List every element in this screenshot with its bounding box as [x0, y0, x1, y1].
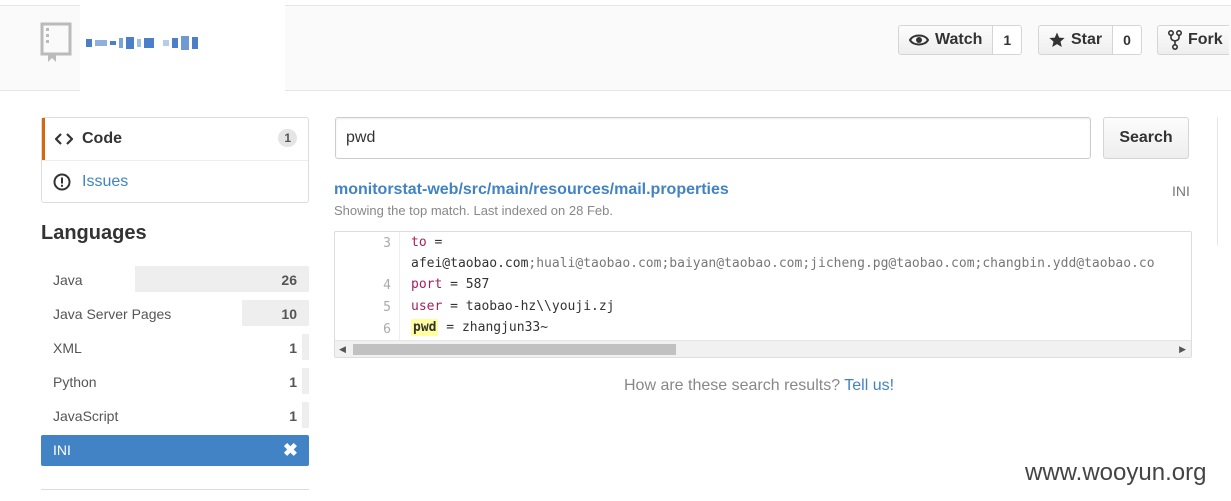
line-number-gutter: 3 4 5 6 — [335, 232, 400, 340]
language-count: 1 — [289, 374, 297, 390]
code-value: = zhangjun33~ — [438, 320, 549, 335]
watch-button[interactable]: Watch — [898, 25, 994, 55]
code-line: port = 587 — [411, 277, 489, 292]
code-snippet: 3 4 5 6 to = afei@taobao.com;huali@taoba… — [334, 231, 1192, 358]
language-bar — [302, 368, 309, 394]
search-type-nav: Code 1 Issues — [41, 117, 309, 203]
language-bar — [302, 334, 309, 360]
nav-item-issues-label: Issues — [82, 172, 129, 190]
nav-item-code-label: Code — [82, 130, 122, 147]
feedback-prompt: How are these search results? Tell us! — [624, 377, 894, 395]
repo-icon — [40, 22, 72, 67]
code-value: = 587 — [442, 277, 490, 292]
result-language: INI — [1172, 183, 1190, 199]
right-divider — [1217, 117, 1218, 245]
line-number[interactable]: 3 — [383, 236, 391, 251]
language-bar — [302, 402, 309, 428]
language-count: 26 — [281, 272, 297, 288]
language-item-java[interactable]: Java 26 — [41, 264, 309, 298]
code-value: afei@taobao.com;huali@taobao.com;baiyan@… — [411, 256, 1155, 271]
search-input[interactable] — [335, 117, 1091, 159]
language-item-ini-selected[interactable]: INI ✖ — [41, 435, 309, 466]
language-name: JavaScript — [53, 408, 119, 424]
code-line: user = taobao-hz\\youji.zj — [411, 299, 615, 314]
code-key: port — [411, 277, 443, 292]
watch-count[interactable]: 1 — [993, 25, 1023, 55]
language-bar — [242, 300, 309, 326]
watermark: www.wooyun.org — [1025, 459, 1207, 486]
feedback-question: How are these search results? — [624, 377, 841, 394]
code-key: user — [411, 299, 443, 314]
star-button[interactable]: Star — [1038, 25, 1114, 55]
language-name: XML — [53, 340, 82, 356]
code-key: to — [411, 235, 427, 250]
line-number[interactable]: 5 — [383, 300, 391, 315]
language-count: 1 — [289, 340, 297, 356]
star-count[interactable]: 0 — [1113, 25, 1142, 55]
repo-title-obscured[interactable] — [86, 34, 198, 52]
scrollbar-thumb[interactable] — [353, 344, 676, 355]
language-item-javascript[interactable]: JavaScript 1 — [41, 400, 309, 434]
header-mask — [80, 0, 285, 120]
result-meta: Showing the top match. Last indexed on 2… — [334, 203, 613, 218]
star-icon — [1049, 32, 1065, 47]
scroll-right-icon[interactable]: ▶ — [1179, 344, 1186, 355]
language-filter-list: Java 26 Java Server Pages 10 XML 1 Pytho… — [41, 264, 309, 466]
fork-group: Fork — [1157, 25, 1229, 55]
language-name: INI — [53, 442, 71, 458]
code-icon — [45, 132, 82, 146]
result-file-link[interactable]: monitorstat-web/src/main/resources/mail.… — [334, 181, 729, 199]
watch-label: Watch — [935, 31, 983, 48]
line-number[interactable]: 6 — [383, 322, 391, 337]
fork-label: Fork — [1188, 31, 1223, 48]
watch-group: Watch 1 — [898, 25, 1023, 55]
horizontal-scrollbar[interactable]: ◀ ▶ — [335, 340, 1191, 357]
language-name: Python — [53, 374, 97, 390]
nav-item-code-count: 1 — [278, 129, 297, 147]
code-value: = taobao-hz\\youji.zj — [442, 299, 615, 314]
code-line: to = — [411, 235, 442, 250]
feedback-link[interactable]: Tell us! — [844, 377, 894, 394]
fork-button[interactable]: Fork — [1157, 25, 1229, 55]
star-label: Star — [1071, 31, 1103, 48]
language-item-jsp[interactable]: Java Server Pages 10 — [41, 298, 309, 332]
language-name: Java Server Pages — [53, 306, 172, 322]
scroll-left-icon[interactable]: ◀ — [339, 344, 346, 355]
line-number[interactable]: 4 — [383, 278, 391, 293]
code-value: = — [426, 235, 443, 250]
nav-item-issues[interactable]: Issues — [42, 160, 308, 202]
repo-forked-icon — [1168, 30, 1182, 50]
eye-icon — [909, 34, 929, 46]
code-line-continued: afei@taobao.com;huali@taobao.com;baiyan@… — [411, 256, 1155, 271]
sidebar-divider — [41, 489, 309, 490]
issue-opened-icon — [42, 173, 82, 191]
language-count: 10 — [281, 306, 297, 322]
languages-heading: Languages — [41, 222, 147, 244]
language-name: Java — [53, 272, 83, 288]
search-button[interactable]: Search — [1103, 117, 1189, 159]
nav-item-code[interactable]: Code 1 — [42, 118, 308, 160]
language-item-python[interactable]: Python 1 — [41, 366, 309, 400]
clear-filter-icon[interactable]: ✖ — [283, 440, 298, 461]
language-count: 1 — [289, 408, 297, 424]
code-line: pwd = zhangjun33~ — [411, 319, 549, 336]
language-item-xml[interactable]: XML 1 — [41, 332, 309, 366]
star-group: Star 0 — [1038, 25, 1142, 55]
match-highlight: pwd — [411, 319, 439, 336]
